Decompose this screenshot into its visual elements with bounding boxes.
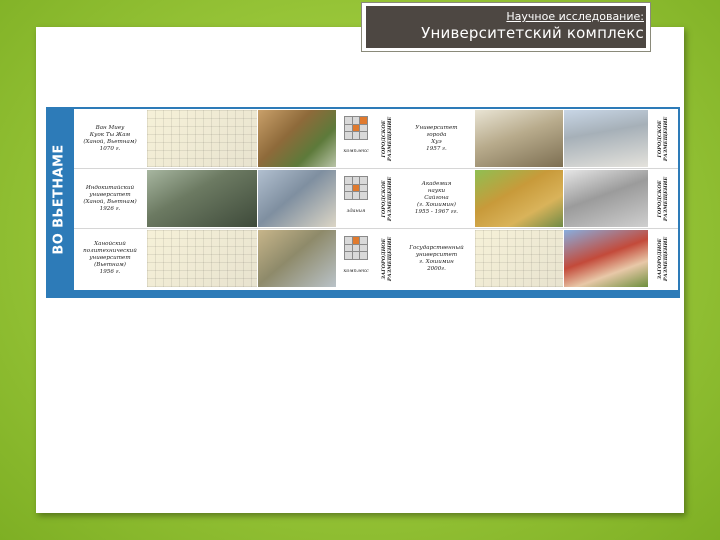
row-caption-right: Университет города Хуэ 1957 г. xyxy=(415,124,458,152)
aerial-photo xyxy=(475,110,563,167)
placement-label-text: ЗАГОРОДНОЕ РАЗМЕЩЕНИЕ xyxy=(381,236,394,281)
grid-layout-icon xyxy=(344,116,368,140)
building-photo xyxy=(475,170,563,227)
icon-caption: здания xyxy=(346,208,366,214)
placement-label-text: ГОРОДСКОЕ РАЗМЕЩЕНИЕ xyxy=(657,176,670,221)
layout-icon: комплекс xyxy=(337,110,375,167)
row-caption-left: Индокитайский университет (Ханой, Вьетна… xyxy=(83,184,137,212)
research-panel: ВО ВЬЕТНАМЕ Ван Миеу Куок Ты Жам (Ханой,… xyxy=(46,107,680,298)
country-label-text: ВО ВЬЕТНАМЕ xyxy=(51,144,67,255)
placement-label-text: ГОРОДСКОЕ РАЗМЕЩЕНИЕ xyxy=(657,116,670,161)
slide-subtitle: Научное исследование: xyxy=(506,10,644,23)
row-caption-right: Академия науки Сайгона (г. Хошимин) 1955… xyxy=(414,181,459,215)
building-photo xyxy=(564,230,648,287)
layout-icon: здания xyxy=(337,170,375,227)
master-plan-image xyxy=(147,110,257,167)
interior-photo xyxy=(564,170,648,227)
grid-row: Ван Миеу Куок Ты Жам (Ханой, Вьетнам) 10… xyxy=(74,109,678,169)
icon-caption: комплекс xyxy=(343,268,369,274)
master-plan-image xyxy=(475,230,563,287)
building-photo xyxy=(258,230,336,287)
placement-label: ГОРОДСКОЕ РАЗМЕЩЕНИЕ xyxy=(649,170,678,227)
country-label: ВО ВЬЕТНАМЕ xyxy=(46,107,72,292)
slide-title: Университетский комплекс xyxy=(421,24,644,42)
slide-title-box: Научное исследование: Университетский ко… xyxy=(361,2,651,52)
placement-label-text: ГОРОДСКОЕ РАЗМЕЩЕНИЕ xyxy=(381,176,394,221)
aerial-photo xyxy=(147,170,257,227)
row-caption-left: Ван Миеу Куок Ты Жам (Ханой, Вьетнам) 10… xyxy=(83,124,137,152)
slide-title-panel: Научное исследование: Университетский ко… xyxy=(366,6,646,48)
placement-label: ГОРОДСКОЕ РАЗМЕЩЕНИЕ xyxy=(376,170,398,227)
grid-row: Индокитайский университет (Ханой, Вьетна… xyxy=(74,169,678,229)
placement-label: ЗАГОРОДНОЕ РАЗМЕЩЕНИЕ xyxy=(376,230,398,287)
master-plan-image xyxy=(147,230,257,287)
grid-row: Ханойский политехнический университет (В… xyxy=(74,229,678,288)
row-caption-right: Государственный университет г. Хошимин 2… xyxy=(409,244,464,272)
placement-label-text: ГОРОДСКОЕ РАЗМЕЩЕНИЕ xyxy=(381,116,394,161)
university-grid: Ван Миеу Куок Ты Жам (Ханой, Вьетнам) 10… xyxy=(74,109,678,290)
grid-layout-icon xyxy=(344,176,368,200)
building-photo xyxy=(258,170,336,227)
campus-photo xyxy=(564,110,648,167)
campus-photo xyxy=(258,110,336,167)
row-caption-left: Ханойский политехнический университет (В… xyxy=(83,241,137,275)
icon-caption: комплекс xyxy=(343,148,369,154)
placement-label: ЗАГОРОДНОЕ РАЗМЕЩЕНИЕ xyxy=(649,230,678,287)
layout-icon: комплекс xyxy=(337,230,375,287)
grid-layout-icon xyxy=(344,236,368,260)
placement-label: ГОРОДСКОЕ РАЗМЕЩЕНИЕ xyxy=(649,110,678,167)
placement-label-text: ЗАГОРОДНОЕ РАЗМЕЩЕНИЕ xyxy=(657,236,670,281)
placement-label: ГОРОДСКОЕ РАЗМЕЩЕНИЕ xyxy=(376,110,398,167)
